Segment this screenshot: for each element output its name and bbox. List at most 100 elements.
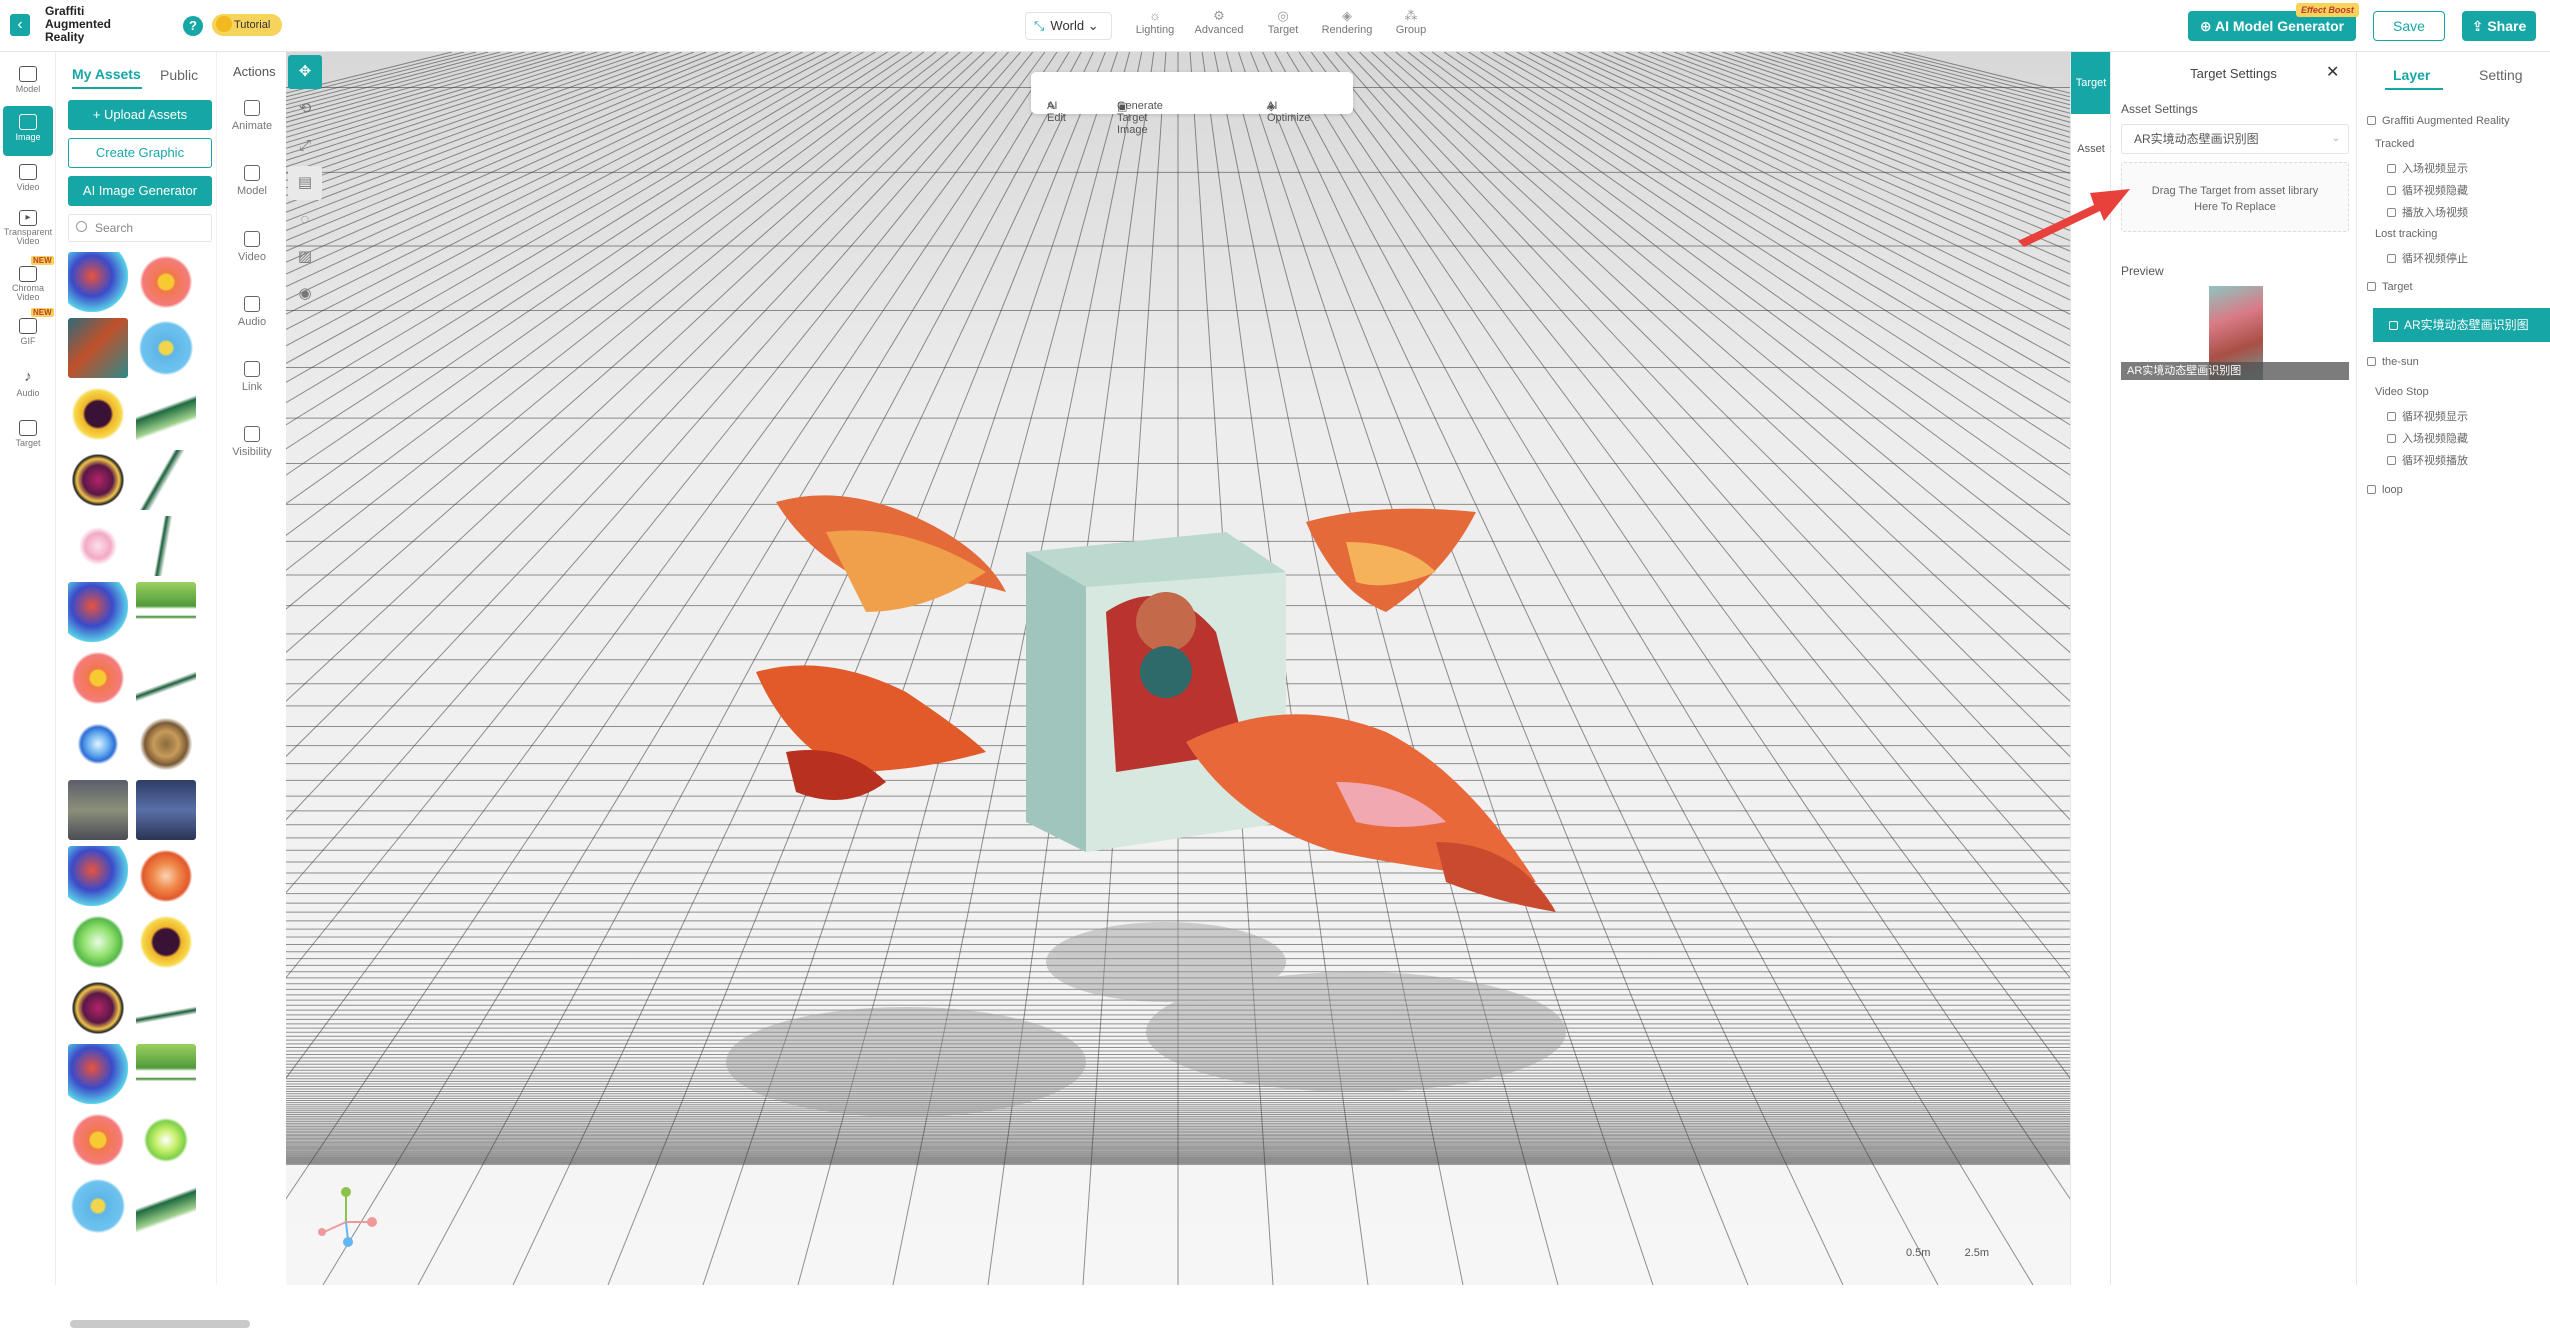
asset-thumb[interactable] <box>136 450 196 510</box>
layer-loop[interactable]: loop <box>2367 484 2403 496</box>
clipboard-icon: ▤ <box>297 174 313 191</box>
play-icon <box>244 231 260 247</box>
layer-root[interactable]: Graffiti Augmented Reality <box>2367 115 2510 127</box>
asset-thumb[interactable] <box>68 714 128 774</box>
transparent-video-type[interactable]: ▸ Transparent Video <box>3 202 53 258</box>
save-button[interactable]: Save <box>2373 11 2445 41</box>
layer-item[interactable]: 入场视频显示 <box>2387 160 2468 176</box>
move-tool[interactable]: ✥ <box>288 55 322 89</box>
scale-icon: ⤢ <box>298 137 311 154</box>
layer-item[interactable]: 循环视频播放 <box>2387 452 2468 468</box>
search-box[interactable] <box>68 214 212 242</box>
scene-viewport[interactable]: ✎ AI Edit ▣ Generate Target Image ◈ AI O… <box>286 52 2070 1285</box>
asset-thumb[interactable] <box>68 252 128 312</box>
asset-thumb[interactable] <box>136 912 196 972</box>
ai-model-label: AI Model Generator <box>2214 18 2345 34</box>
asset-thumb[interactable] <box>136 714 196 774</box>
chroma-video-type[interactable]: NEW Chroma Video <box>3 256 54 310</box>
layer-item[interactable]: 循环视频显示 <box>2387 408 2468 424</box>
close-icon[interactable]: ✕ <box>2326 62 2339 82</box>
asset-thumb[interactable] <box>136 582 196 642</box>
tab-public[interactable]: Public <box>160 67 198 83</box>
asset-thumb[interactable] <box>136 780 196 840</box>
view-tool[interactable]: ◉ <box>288 277 322 311</box>
asset-thumb[interactable] <box>68 384 128 444</box>
create-graphic-button[interactable]: Create Graphic <box>68 138 212 168</box>
action-link-label: Link <box>241 381 263 393</box>
action-visibility[interactable]: Visibility <box>217 426 287 458</box>
group-tool[interactable]: ⁂ Group <box>1376 8 1446 36</box>
asset-thumb[interactable] <box>136 318 196 378</box>
action-video[interactable]: Video <box>217 231 287 263</box>
tab-layer[interactable]: Layer <box>2393 67 2430 83</box>
target-type[interactable]: Target <box>3 412 53 462</box>
image-type[interactable]: Image <box>3 106 53 156</box>
action-link[interactable]: Link <box>217 361 287 393</box>
help-icon[interactable]: ? <box>183 16 203 36</box>
video-type[interactable]: Video <box>3 156 53 206</box>
asset-thumb[interactable] <box>136 978 196 1038</box>
layer-item[interactable]: 循环视频隐藏 <box>2387 182 2468 198</box>
upload-assets-button[interactable]: + Upload Assets <box>68 100 212 130</box>
layer-target[interactable]: Target <box>2367 281 2413 293</box>
target-frame-icon <box>2367 282 2376 291</box>
asset-thumb[interactable] <box>68 582 128 642</box>
asset-thumb[interactable] <box>68 780 128 840</box>
asset-thumb[interactable] <box>68 516 128 576</box>
asset-thumb[interactable] <box>68 978 128 1038</box>
asset-thumb[interactable] <box>68 1110 128 1170</box>
layer-target-selected[interactable]: AR实境动态壁画识别图 <box>2373 308 2550 342</box>
tab-target[interactable]: Target <box>2071 52 2111 114</box>
asset-thumb[interactable] <box>136 1176 196 1236</box>
ai-image-generator-button[interactable]: AI Image Generator <box>68 176 212 206</box>
model-type[interactable]: Model <box>3 58 53 108</box>
layer-lost-tracking[interactable]: Lost tracking <box>2375 228 2437 240</box>
share-button[interactable]: ⇪ Share <box>2462 11 2536 41</box>
asset-thumb[interactable] <box>68 912 128 972</box>
asset-thumb[interactable] <box>136 516 196 576</box>
asset-thumb[interactable] <box>68 450 128 510</box>
action-animate[interactable]: Animate <box>217 100 287 132</box>
action-model[interactable]: Model <box>217 165 287 197</box>
scale-tool[interactable]: ⤢ <box>288 129 322 163</box>
assets-horizontal-scrollbar[interactable] <box>70 1320 250 1328</box>
rotate-tool[interactable]: ⟲ <box>288 92 322 126</box>
layer-video-stop[interactable]: Video Stop <box>2375 386 2429 398</box>
asset-thumb[interactable] <box>68 1176 128 1236</box>
asset-thumb[interactable] <box>136 1044 196 1104</box>
asset-thumb[interactable] <box>68 1044 128 1104</box>
rendering-label: Rendering <box>1321 24 1373 36</box>
advanced-tool[interactable]: ⚙ Advanced <box>1184 8 1254 36</box>
audio-type[interactable]: ♪ Audio <box>3 362 53 412</box>
layer-the-sun[interactable]: the-sun <box>2367 356 2419 368</box>
asset-thumb[interactable] <box>136 846 196 906</box>
target-drop-zone[interactable]: Drag The Target from asset library Here … <box>2121 162 2349 232</box>
tab-my-assets[interactable]: My Assets <box>72 66 141 82</box>
tab-setting[interactable]: Setting <box>2479 67 2523 83</box>
layer-item[interactable]: 循环视频停止 <box>2387 250 2468 266</box>
target-tool[interactable]: ◎ Target <box>1248 8 1318 36</box>
asset-thumb[interactable] <box>136 1110 196 1170</box>
action-audio[interactable]: Audio <box>217 296 287 328</box>
lighting-tool[interactable]: ☼ Lighting <box>1120 8 1190 36</box>
search-input[interactable] <box>95 219 205 237</box>
layer-item[interactable]: 入场视频隐藏 <box>2387 430 2468 446</box>
rendering-tool[interactable]: ◈ Rendering <box>1312 8 1382 36</box>
target-asset-select[interactable]: AR实境动态壁画识别图 ⌄ <box>2121 124 2349 154</box>
focus-tool[interactable]: ◌ <box>288 203 322 237</box>
tab-asset[interactable]: Asset <box>2071 118 2111 180</box>
asset-thumb[interactable] <box>68 318 128 378</box>
world-select[interactable]: ⤡ World ⌄ <box>1025 12 1112 40</box>
clipboard-tool[interactable]: ▤ <box>288 166 322 200</box>
frame-tool[interactable]: ▨ <box>288 240 322 274</box>
gif-type[interactable]: NEW GIF <box>3 308 54 360</box>
asset-thumb[interactable] <box>136 648 196 708</box>
layer-tracked[interactable]: Tracked <box>2375 138 2414 150</box>
layer-item[interactable]: 播放入场视频 <box>2387 204 2468 220</box>
asset-thumb[interactable] <box>136 384 196 444</box>
tutorial-button[interactable]: Tutorial <box>212 14 283 36</box>
asset-thumb[interactable] <box>68 648 128 708</box>
asset-thumb[interactable] <box>136 252 196 312</box>
back-button[interactable]: ‹ <box>10 14 30 36</box>
asset-thumb[interactable] <box>68 846 128 906</box>
